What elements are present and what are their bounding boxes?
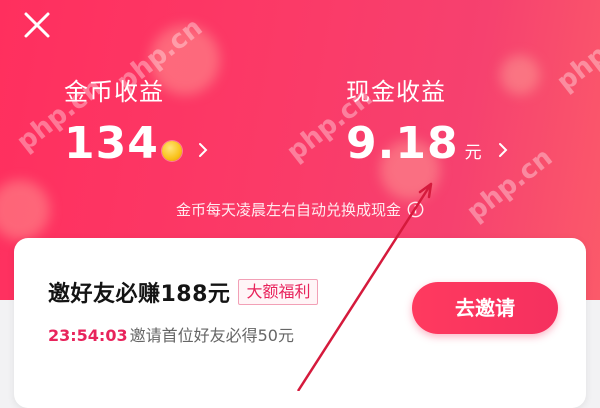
cash-earnings-label: 现金收益 (346, 78, 446, 106)
exchange-notice-text: 金币每天凌晨左右自动兑换成现金 (175, 201, 401, 219)
chevron-right-icon (198, 143, 208, 157)
countdown-timer: 23:54:03 (48, 326, 128, 345)
invite-title-row: 邀好友必赚188元 大额福利 (48, 276, 319, 308)
invite-card: 邀好友必赚188元 大额福利 23:54:03 邀请首位好友必得50元 去邀请 (14, 238, 586, 408)
coin-earnings-stat: 金币收益 134 (64, 78, 208, 166)
chevron-right-icon (498, 143, 507, 157)
coin-earnings-link[interactable]: 134 (64, 122, 208, 166)
coin-earnings-label: 金币收益 (64, 78, 164, 106)
cash-earnings-value: 9.18 (346, 118, 459, 169)
watermark: php.cn (551, 12, 600, 98)
exchange-notice: 金币每天凌晨左右自动兑换成现金 (0, 199, 600, 224)
cash-unit: 元 (464, 142, 482, 163)
invite-subtitle: 邀请首位好友必得50元 (129, 326, 294, 345)
invite-title: 邀好友必赚188元 (48, 282, 231, 307)
cash-earnings-stat: 现金收益 9.18 元 (346, 78, 508, 166)
info-icon[interactable] (407, 201, 424, 224)
invite-subtitle-row: 23:54:03 邀请首位好友必得50元 (48, 322, 294, 346)
cash-earnings-link[interactable]: 9.18 元 (346, 122, 508, 166)
close-button[interactable] (22, 10, 52, 40)
bonus-badge: 大额福利 (238, 279, 319, 305)
close-icon (24, 12, 50, 38)
coin-earnings-value: 134 (64, 118, 159, 169)
coin-icon (161, 141, 182, 161)
invite-button[interactable]: 去邀请 (412, 282, 558, 334)
